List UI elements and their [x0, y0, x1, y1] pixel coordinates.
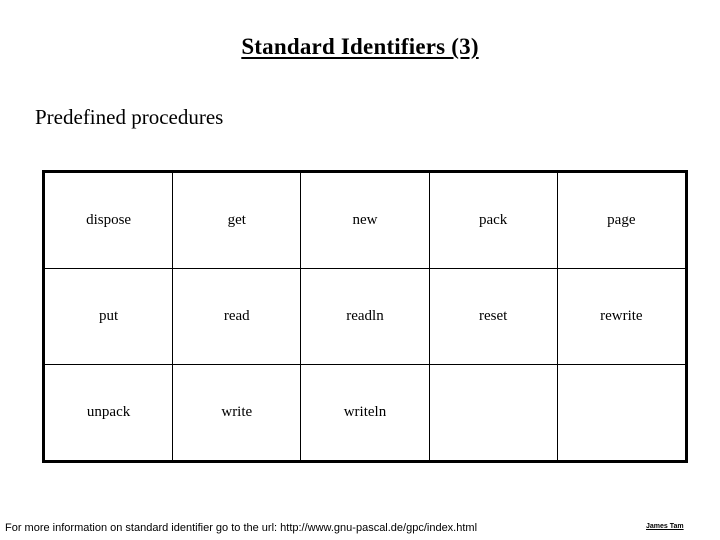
slide-canvas: Standard Identifiers (3) Predefined proc… [0, 0, 720, 540]
table-row: dispose get new pack page [43, 171, 687, 269]
table-cell: new [300, 171, 430, 269]
table-cell-empty [428, 364, 558, 462]
footer-author-credit[interactable]: James Tam [646, 522, 684, 532]
table-cell: pack [428, 171, 558, 269]
table-row: unpack write writeln [43, 364, 687, 462]
table-cell: unpack [43, 364, 174, 462]
table-cell: reset [428, 268, 558, 365]
section-subtitle: Predefined procedures [35, 105, 224, 129]
table-cell: write [172, 364, 302, 462]
table-cell: put [43, 268, 174, 365]
table-cell-empty [556, 364, 687, 462]
table-cell: dispose [43, 171, 174, 269]
table-cell: get [172, 171, 302, 269]
page-title: Standard Identifiers (3) [241, 34, 479, 59]
table-cell: page [556, 171, 687, 269]
table-cell: writeln [300, 364, 430, 462]
predefined-procedures-table: dispose get new pack page put read readl… [42, 170, 688, 463]
table-cell: read [172, 268, 302, 365]
table-row: put read readln reset rewrite [43, 268, 687, 365]
table-cell: rewrite [556, 268, 687, 365]
table-cell: readln [300, 268, 430, 365]
footer-reference-text: For more information on standard identif… [5, 522, 478, 534]
